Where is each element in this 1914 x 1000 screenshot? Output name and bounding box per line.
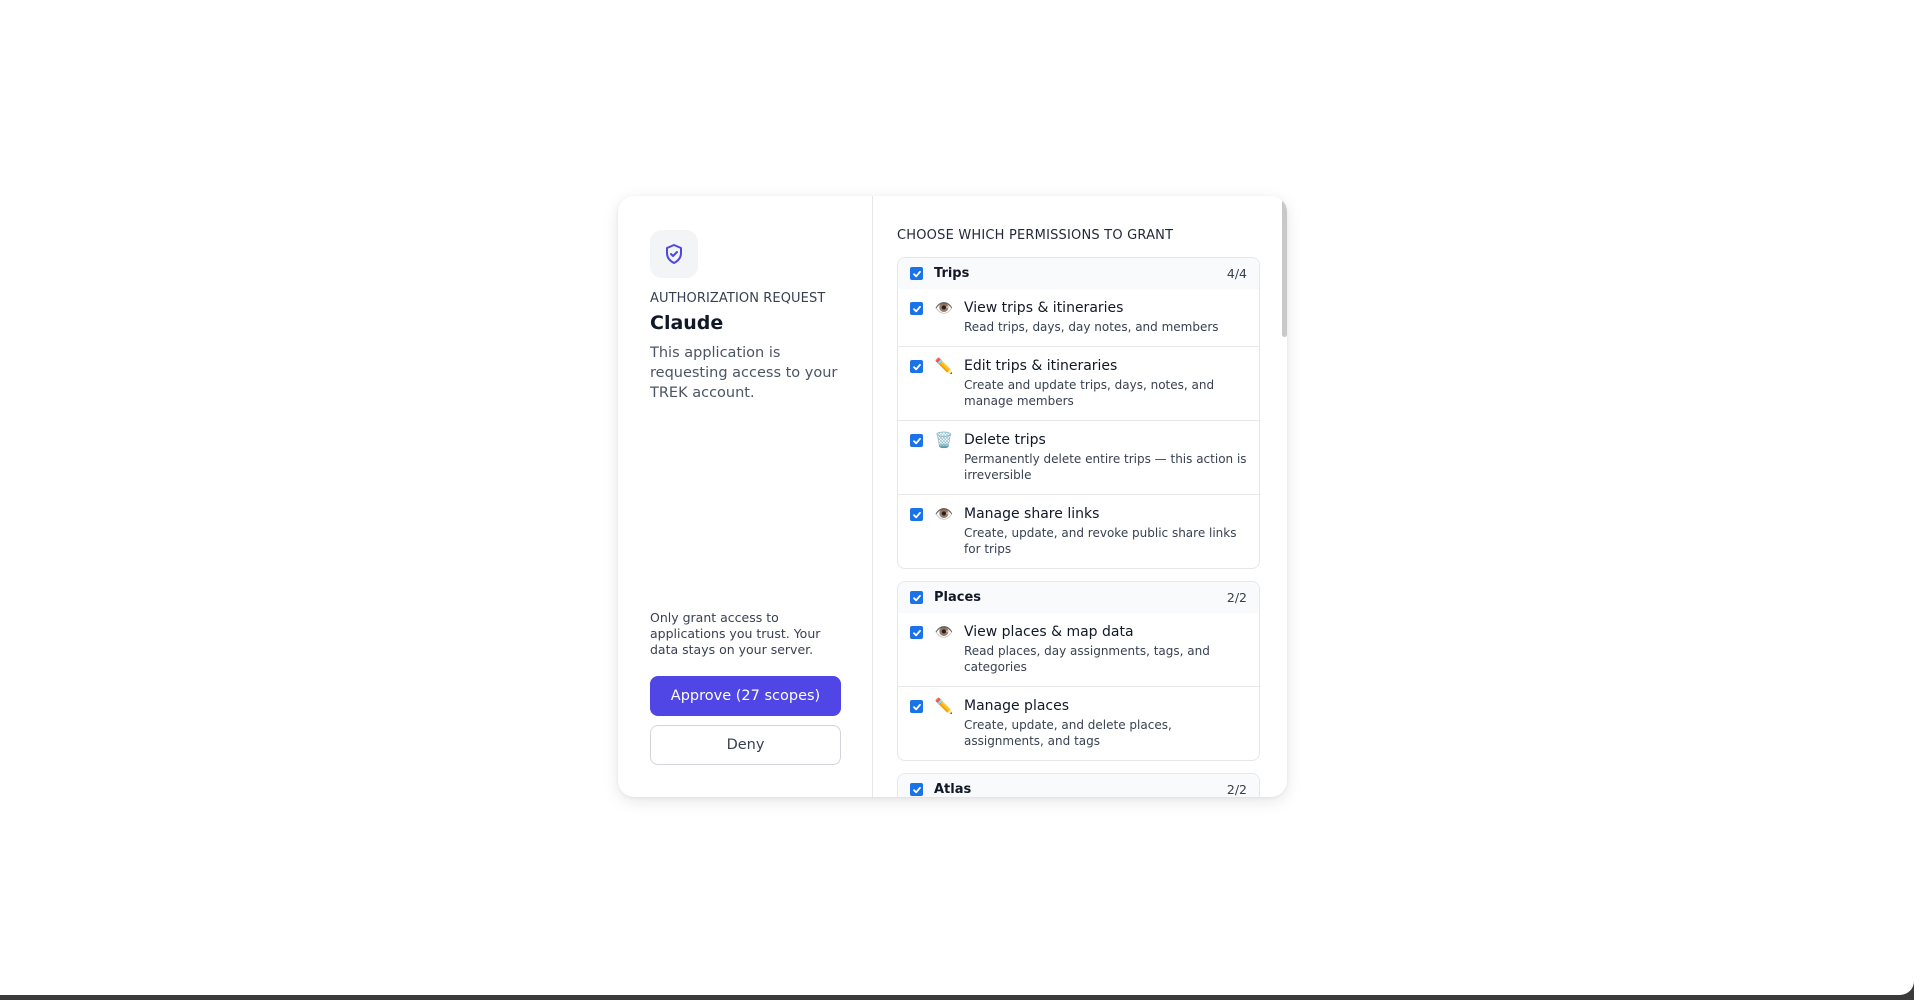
- permission-title: Manage share links: [964, 506, 1100, 522]
- permission-text: Delete trips Permanently delete entire tr…: [964, 431, 1247, 483]
- shield-check-icon: [666, 244, 682, 264]
- permission-checkbox[interactable]: [910, 302, 923, 315]
- trust-note: Only grant access to applications you tr…: [650, 610, 821, 657]
- group-checkbox[interactable]: [910, 783, 923, 796]
- permission-title: Delete trips: [964, 432, 1046, 448]
- group-name: Atlas: [934, 782, 972, 797]
- permission-checkbox[interactable]: [910, 626, 923, 639]
- browser-viewport: AUTHORIZATION REQUEST Claude This applic…: [0, 0, 1914, 995]
- app-description: This application is requesting access to…: [650, 345, 838, 401]
- permission-checkbox[interactable]: [910, 508, 923, 521]
- group-name: Trips: [934, 266, 970, 281]
- group-count: 2/2: [1226, 782, 1247, 797]
- permissions-panel[interactable]: CHOOSE WHICH PERMISSIONS TO GRANT Trips 4…: [873, 196, 1287, 797]
- pencil-icon: ✏️: [934, 357, 954, 375]
- permission-title: Edit trips & itineraries: [964, 358, 1118, 374]
- permission-group-trips: Trips 4/4 👁️ View trips & itineraries Read t…: [897, 257, 1260, 569]
- scrollbar-thumb[interactable]: [1282, 200, 1287, 337]
- app-name: Claude: [650, 312, 724, 334]
- pencil-icon: ✏️: [934, 697, 954, 715]
- permission-text: Edit trips & itineraries Create and updat…: [964, 357, 1247, 409]
- permission-description: Create, update, and revoke public share …: [964, 526, 1237, 556]
- group-name: Places: [934, 590, 982, 605]
- eye-icon: 👁️: [934, 623, 954, 641]
- group-count: 2/2: [1226, 590, 1247, 605]
- permission-text: View places & map data Read places, day a…: [964, 623, 1247, 675]
- permission-item[interactable]: 👁️ View trips & itineraries Read trips, da…: [898, 289, 1259, 346]
- permission-title: Manage places: [964, 698, 1070, 714]
- permissions-section-title: CHOOSE WHICH PERMISSIONS TO GRANT: [897, 228, 1174, 243]
- permission-checkbox[interactable]: [910, 700, 923, 713]
- trash-icon: 🗑️: [934, 431, 954, 449]
- permission-checkbox[interactable]: [910, 360, 923, 373]
- permission-description: Create, update, and delete places, assig…: [964, 718, 1172, 748]
- shield-badge: [650, 230, 698, 278]
- scrollbar[interactable]: [1281, 196, 1287, 797]
- authorization-request-label: AUTHORIZATION REQUEST: [650, 291, 826, 306]
- eye-icon: 👁️: [934, 299, 954, 317]
- permission-title: View places & map data: [964, 624, 1134, 640]
- eye-icon: 👁️: [934, 505, 954, 523]
- permission-item[interactable]: 👁️ Manage share links Create, update, and …: [898, 494, 1259, 568]
- permission-description: Permanently delete entire trips — this a…: [964, 452, 1247, 482]
- permission-text: Manage places Create, update, and delete …: [964, 697, 1247, 749]
- permission-group-header: Places 2/2: [898, 582, 1259, 613]
- permission-description: Read trips, days, day notes, and members: [964, 320, 1219, 334]
- permission-description: Create and update trips, days, notes, an…: [964, 378, 1215, 408]
- group-count: 4/4: [1226, 266, 1247, 281]
- permission-group-header: Atlas 2/2: [898, 774, 1259, 797]
- permission-description: Read places, day assignments, tags, and …: [964, 644, 1210, 674]
- permission-group-header: Trips 4/4: [898, 258, 1259, 289]
- authorization-card: AUTHORIZATION REQUEST Claude This applic…: [618, 196, 1287, 797]
- permission-item[interactable]: 🗑️ Delete trips Permanently delete entire …: [898, 420, 1259, 494]
- permission-item[interactable]: 👁️ View places & map data Read places, day…: [898, 613, 1259, 686]
- permission-item[interactable]: ✏️ Edit trips & itineraries Create and upd…: [898, 346, 1259, 420]
- permission-groups: Trips 4/4 👁️ View trips & itineraries Read t…: [897, 257, 1263, 797]
- action-area: Only grant access to applications you tr…: [650, 610, 841, 765]
- app-info-panel: AUTHORIZATION REQUEST Claude This applic…: [618, 196, 873, 797]
- group-checkbox[interactable]: [910, 267, 923, 280]
- permission-text: View trips & itineraries Read trips, days…: [964, 299, 1247, 335]
- approve-button[interactable]: Approve (27 scopes): [650, 676, 841, 716]
- permission-title: View trips & itineraries: [964, 300, 1124, 316]
- deny-button[interactable]: Deny: [650, 725, 841, 765]
- permission-item[interactable]: ✏️ Manage places Create, update, and delet…: [898, 686, 1259, 760]
- permission-group-atlas: Atlas 2/2: [897, 773, 1260, 797]
- permission-checkbox[interactable]: [910, 434, 923, 447]
- permission-text: Manage share links Create, update, and re…: [964, 505, 1247, 557]
- permission-group-places: Places 2/2 👁️ View places & map data Read pl…: [897, 581, 1260, 761]
- group-checkbox[interactable]: [910, 591, 923, 604]
